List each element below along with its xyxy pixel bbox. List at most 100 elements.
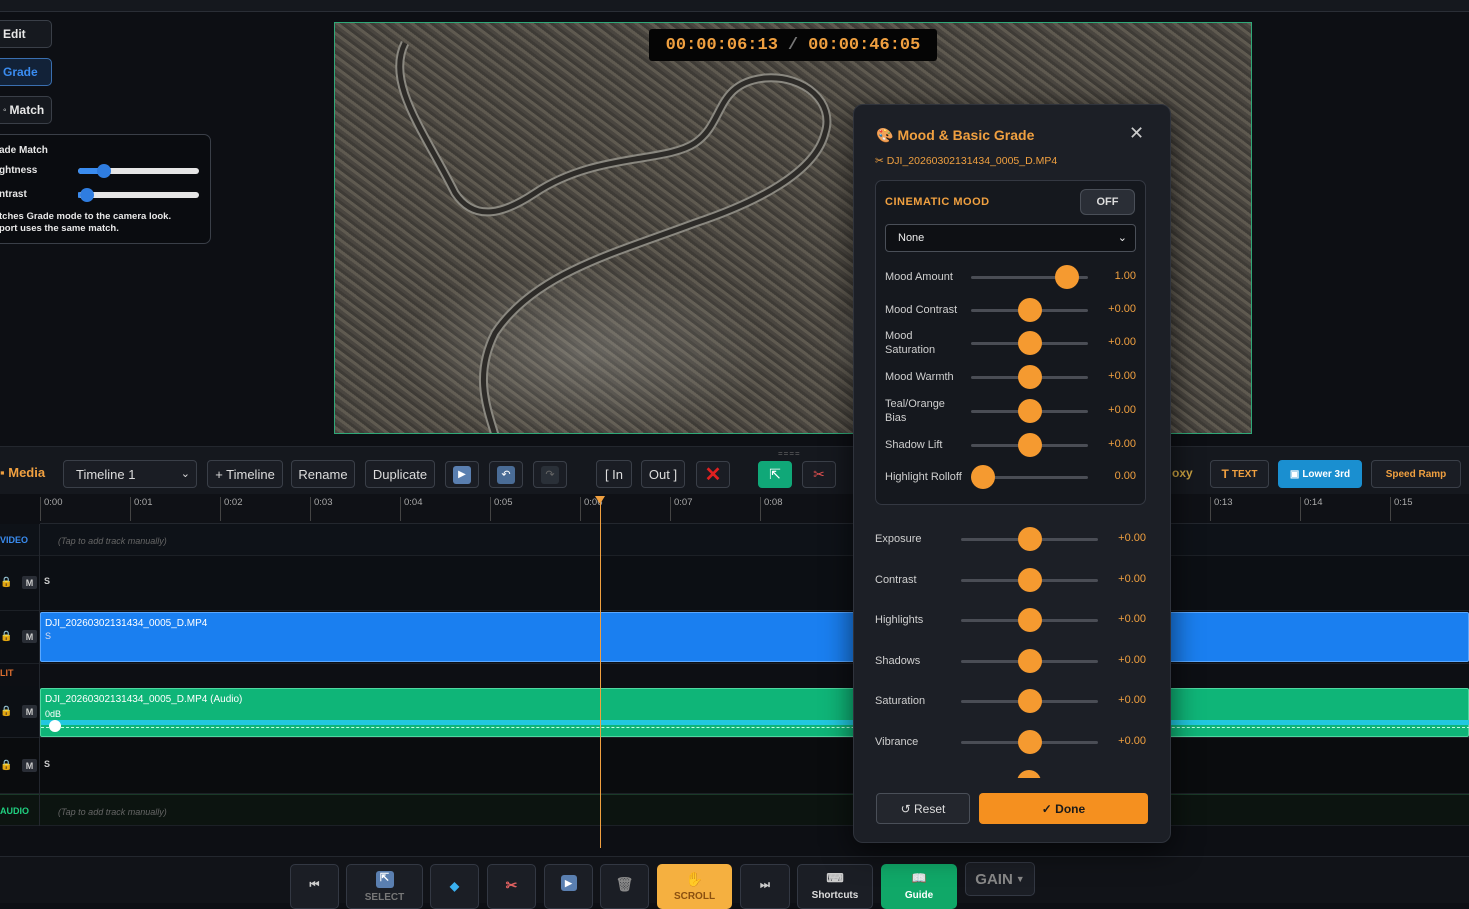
slider-knob[interactable] — [971, 465, 995, 489]
slider-knob[interactable] — [1017, 527, 1042, 551]
hidden-slider-peek — [1017, 770, 1041, 778]
close-icon[interactable]: ✕ — [1129, 123, 1144, 144]
keyboard-icon: ⌨ — [826, 871, 844, 885]
shortcuts-button[interactable]: ⌨ Shortcuts — [797, 864, 873, 909]
text-button[interactable]: T TEXT — [1210, 460, 1269, 488]
slider-label: Highlights — [875, 614, 924, 626]
audio-section-label: AUDIO — [0, 806, 29, 816]
ruler-tick: 0:04 — [400, 497, 423, 521]
ruler-tick: 0:14 — [1300, 497, 1323, 521]
scroll-mode-button[interactable]: ✋ SCROLL — [657, 864, 732, 909]
slider-knob[interactable] — [1017, 648, 1042, 673]
book-icon: 📖 — [911, 871, 927, 885]
add-timeline-button[interactable]: + Timeline — [207, 460, 283, 488]
slider-knob[interactable] — [1017, 567, 1042, 592]
grade-match-title: ade Match — [0, 145, 48, 156]
slider-knob[interactable] — [1017, 399, 1042, 423]
razor-icon[interactable]: ✂ — [802, 461, 836, 488]
video-add-hint: (Tap to add track manually) — [58, 536, 167, 546]
slider-value: +0.00 — [1118, 613, 1146, 625]
audio-gain-label: 0dB — [45, 709, 62, 719]
delete-button[interactable]: 🗑 — [600, 864, 649, 909]
done-button[interactable]: ✓ Done — [979, 793, 1148, 824]
cut-button[interactable]: ✂ — [487, 864, 536, 909]
playhead-handle[interactable] — [595, 496, 605, 504]
reset-button[interactable]: ↺ Reset — [876, 793, 970, 824]
split-label: LIT — [0, 668, 14, 678]
play-icon[interactable]: ▶ — [445, 461, 479, 488]
mode-edit-button[interactable]: Edit — [0, 20, 52, 48]
volume-line[interactable] — [41, 727, 1469, 728]
timeline-select[interactable]: Timeline 1 ⌄ — [63, 460, 197, 488]
slider-value: +0.00 — [1118, 734, 1146, 747]
slider-label: Mood Warmth — [885, 371, 954, 383]
gain-dropdown[interactable]: GAIN ▼ — [965, 862, 1035, 896]
rename-button[interactable]: Rename — [291, 460, 355, 488]
slider-knob[interactable] — [1017, 433, 1042, 457]
lower-third-button[interactable]: ▣ Lower 3rd — [1278, 460, 1362, 488]
guide-button[interactable]: 📖 Guide — [881, 864, 957, 909]
redo-icon[interactable]: ↷ — [533, 461, 567, 488]
video-clip[interactable]: DJI_20260302131434_0005_D.MP4 S — [40, 612, 1469, 662]
slider-knob[interactable] — [1017, 331, 1042, 355]
lock-icon[interactable]: 🔒 — [0, 577, 12, 588]
contrast-label: ntrast — [0, 189, 27, 200]
skip-end-button[interactable]: ⏭ — [740, 864, 790, 909]
ruler-tick: 0:07 — [670, 497, 693, 521]
scroll-fade — [854, 778, 1170, 782]
bottom-toolbar — [0, 856, 1469, 903]
slider-knob[interactable] — [1054, 265, 1079, 289]
mute-button[interactable]: M — [22, 759, 37, 772]
play-button[interactable]: ▶ — [544, 864, 593, 909]
mute-button[interactable]: M — [22, 705, 37, 718]
contrast-slider[interactable] — [78, 188, 199, 202]
slider-knob[interactable] — [1017, 729, 1042, 754]
brightness-label: ghtness — [0, 165, 38, 176]
slider-knob[interactable] — [1017, 608, 1042, 632]
timeline-ruler[interactable] — [40, 494, 1469, 524]
mute-button[interactable]: M — [22, 576, 37, 589]
mode-grade-button[interactable]: Grade — [0, 58, 52, 86]
slider-value: +0.00 — [1108, 303, 1136, 315]
lock-icon[interactable]: 🔒 — [0, 631, 12, 642]
audio-track-2: 🔒 M S — [0, 738, 1469, 794]
slider-knob[interactable] — [1017, 365, 1042, 389]
undo-icon[interactable]: ↶ — [489, 461, 523, 488]
media-button[interactable]: ▪ Media — [0, 465, 45, 480]
proxy-button[interactable]: oxy — [1172, 466, 1193, 480]
select-tool-icon[interactable]: ⇱ — [758, 461, 792, 488]
resize-grip[interactable]: ==== — [778, 449, 801, 458]
speed-ramp-button[interactable]: Speed Ramp — [1371, 460, 1461, 488]
brightness-slider[interactable] — [78, 164, 199, 178]
track-header-divider — [39, 524, 40, 826]
gain-label: GAIN — [975, 870, 1013, 888]
mute-button[interactable]: M — [22, 630, 37, 643]
skip-start-button[interactable]: ⏮ — [290, 864, 339, 909]
audio-clip-name: DJI_20260302131434_0005_D.MP4 (Audio) — [45, 694, 243, 705]
lock-icon[interactable]: 🔒 — [0, 760, 12, 771]
gem-button[interactable]: ◆ — [430, 864, 479, 909]
mode-match-button[interactable]: ◦ Match — [0, 96, 52, 124]
solo-button[interactable]: S — [44, 759, 50, 769]
duplicate-button[interactable]: Duplicate — [365, 460, 435, 488]
mode-match-label: Match — [9, 103, 45, 117]
timeline-select-value: Timeline 1 — [76, 466, 136, 482]
playhead[interactable] — [600, 498, 601, 848]
ruler-tick: 0:03 — [310, 497, 333, 521]
slider-knob[interactable] — [1017, 689, 1042, 713]
slider-knob[interactable] — [1017, 298, 1042, 322]
volume-handle[interactable] — [49, 720, 61, 732]
mood-toggle-button[interactable]: OFF — [1080, 189, 1135, 215]
audio-add-row[interactable]: AUDIO (Tap to add track manually) — [0, 794, 1469, 826]
solo-button[interactable]: S — [44, 576, 50, 586]
lower-third-label: Lower 3rd — [1302, 468, 1351, 480]
audio-clip[interactable]: DJI_20260302131434_0005_D.MP4 (Audio) 0d… — [40, 688, 1469, 737]
video-add-row[interactable]: VIDEO (Tap to add track manually) — [0, 524, 1469, 556]
select-mode-button[interactable]: ⇱ SELECT — [346, 864, 423, 909]
mark-out-button[interactable]: Out ] — [641, 460, 685, 488]
mood-preset-select[interactable]: None ⌄ — [885, 224, 1136, 252]
clear-marks-icon[interactable]: ✕ — [696, 461, 730, 488]
lock-icon[interactable]: 🔒 — [0, 706, 12, 717]
grade-panel-title-text: Mood & Basic Grade — [897, 127, 1035, 143]
mark-in-button[interactable]: [ In — [596, 460, 632, 488]
